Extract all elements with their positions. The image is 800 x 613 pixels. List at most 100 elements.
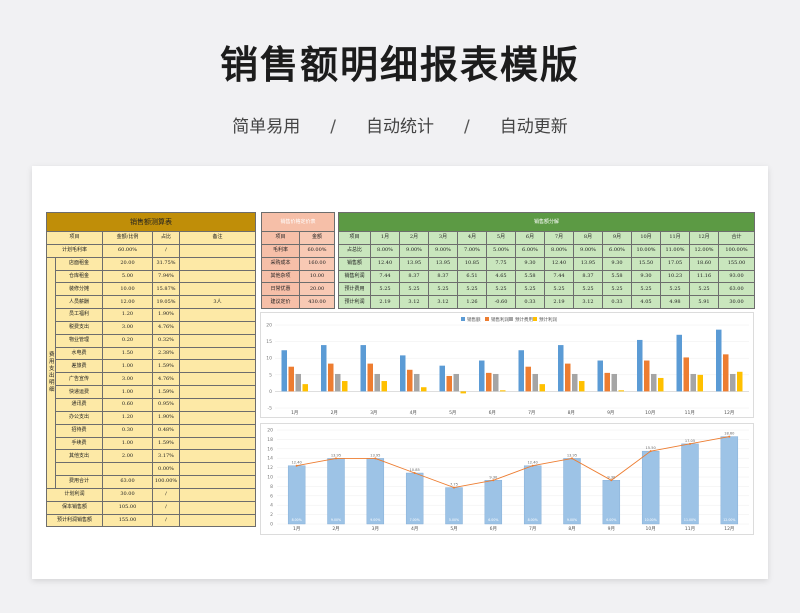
x-tick-label: 12月 [724, 410, 734, 416]
table-header-row: 项目 1月 2月 3月 4月 5月 6月 7月 8月 9月 10月 11月 12月 合计 [338, 231, 756, 245]
sales-calc-table: 销售额测算表 项目 金额/比例 占比 备注 计划毛利率 60.00% / 费用支出明细 店面租金 2… [46, 212, 256, 528]
table-row: 手续费 1.00 1.59% [47, 436, 256, 451]
table-row: 人员薪酬 12.00 19.05% 3人 [47, 295, 256, 310]
y-tick-label: 4 [270, 503, 273, 509]
table-title: 销售额测算表 [46, 212, 256, 232]
value-cell: 1.50 [102, 346, 153, 361]
value-cell: 155.00 [717, 256, 756, 271]
subtitle-item-1: 简单易用 [232, 117, 301, 137]
value-cell: 15.87% [152, 282, 180, 297]
bar [604, 372, 610, 392]
sales-line [296, 436, 730, 489]
bar [618, 390, 624, 392]
value-cell: 17.05 [660, 256, 690, 271]
value-cell: 0.48% [152, 423, 180, 438]
y-tick-label: 2 [270, 512, 273, 518]
value-cell: 5.91 [689, 295, 719, 310]
column-header: 12月 [689, 231, 719, 245]
bar-percent-label: 7.00% [410, 518, 420, 522]
bar [335, 373, 341, 392]
item-cell: 差旅费 [55, 359, 103, 374]
value-cell: 5.00 [102, 269, 153, 284]
value-label: 18.60 [724, 432, 735, 436]
bar [446, 375, 452, 392]
value-cell: 13.95 [573, 256, 603, 271]
value-cell: 12.00% [689, 243, 719, 258]
value-cell: 3.00 [102, 320, 153, 335]
table-row: 其他支出 2.00 3.17% [47, 449, 256, 464]
value-cell: 12.40 [544, 256, 574, 271]
y-tick-label: 6 [270, 493, 273, 499]
y-tick-label: 16 [267, 446, 273, 452]
group-label: 费用支出明细 [46, 256, 56, 489]
line-point [571, 457, 573, 460]
value-cell: 1.26 [457, 295, 487, 310]
y-tick-label: 20 [267, 428, 273, 434]
x-tick-label: 6月 [489, 410, 496, 416]
x-tick-label: 5月 [449, 410, 456, 416]
column-header: 11月 [660, 231, 690, 245]
column-header: 项目 [261, 231, 300, 245]
value-cell: 10.00% [631, 243, 661, 258]
item-cell: 人员薪酬 [55, 295, 103, 310]
bar [421, 387, 427, 392]
bar [366, 458, 385, 525]
value-cell [179, 513, 256, 528]
bar [400, 355, 406, 392]
value-cell: 20.00 [298, 282, 336, 297]
bar [407, 369, 413, 392]
x-tick-label: 8月 [568, 526, 575, 532]
value-cell: 7.44 [544, 269, 574, 284]
value-cell: 15.50 [631, 256, 661, 271]
value-cell: / [152, 513, 180, 528]
x-tick-label: 1月 [291, 410, 298, 416]
x-tick-label: 9月 [608, 526, 615, 532]
value-cell: 19.05% [152, 295, 180, 310]
value-cell: 3.12 [428, 295, 458, 310]
item-cell: 预计利润销售额 [46, 513, 103, 528]
item-cell: 员工福利 [55, 308, 103, 322]
table-row: 其他杂项 10.00 [261, 269, 336, 284]
value-cell: 30.00 [717, 295, 756, 310]
table-row: 水电费 1.50 2.38% [47, 346, 256, 361]
value-cell: 30.00 [102, 487, 153, 502]
value-cell: 155.00 [102, 513, 153, 528]
value-cell [179, 500, 256, 515]
table-row: 计划利润 30.00/ [46, 487, 256, 502]
bar [525, 366, 531, 392]
value-label: 15.50 [646, 446, 657, 450]
column-header: 1月 [370, 231, 400, 245]
value-cell: 9.30 [631, 269, 661, 284]
value-cell [179, 320, 256, 335]
subtitle-item-2: 自动统计 [366, 117, 434, 137]
item-cell: 店面租金 [55, 256, 103, 271]
item-cell: 费用合计 [55, 475, 103, 489]
bar [690, 373, 696, 392]
bar [683, 357, 689, 392]
item-cell: 办公支出 [55, 410, 103, 425]
value-cell [179, 256, 256, 271]
item-cell: 装修分摊 [55, 282, 103, 297]
value-cell: 1.90% [152, 410, 180, 425]
value-cell: 5.25 [689, 282, 719, 297]
value-cell: 0.30 [102, 423, 153, 438]
legend-swatch [461, 317, 465, 321]
value-cell: 93.00 [717, 269, 756, 284]
table-row: 通讯费 0.60 0.95% [47, 397, 256, 412]
legend-swatch [533, 317, 537, 321]
y-tick-label: 8 [270, 484, 273, 490]
line-point [374, 457, 377, 460]
value-cell [179, 372, 256, 387]
value-cell: 5.25 [515, 282, 545, 297]
y-tick-label: 20 [266, 323, 272, 329]
value-cell: 1.59% [152, 436, 180, 451]
x-tick-label: 9月 [607, 410, 614, 416]
value-cell: 6.00% [602, 243, 632, 258]
bar [532, 373, 538, 392]
value-cell: 10.23 [660, 269, 690, 284]
value-cell: 60.00% [102, 243, 153, 258]
table-row: 办公支出 1.20 1.90% [47, 410, 256, 425]
value-cell: 4.05 [631, 295, 661, 310]
bar [720, 436, 739, 525]
bar-percent-label: 12.00% [723, 518, 735, 522]
